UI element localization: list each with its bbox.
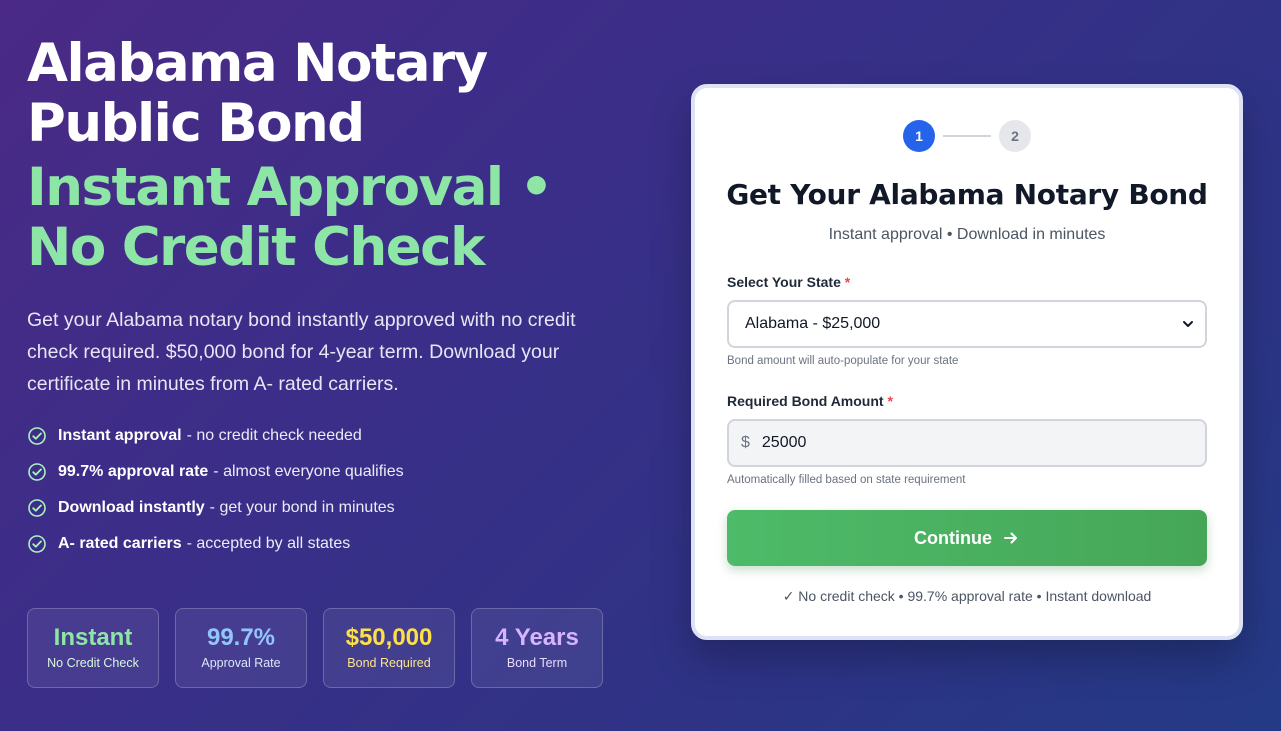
amount-label: Required Bond Amount * [727, 391, 1207, 411]
state-label: Select Your State * [727, 272, 1207, 292]
feature-bold: A- rated carriers [58, 535, 182, 552]
hero-section: Alabama Notary Public Bond Instant Appro… [27, 34, 647, 562]
bond-amount-input[interactable]: $ 25000 [727, 419, 1207, 467]
stat-value: $50,000 [345, 624, 433, 651]
bond-form-card: 1 2 Get Your Alabama Notary Bond Instant… [691, 84, 1243, 640]
required-mark: * [887, 393, 893, 409]
stat-card-bond-required: $50,000 Bond Required [323, 608, 455, 688]
required-mark: * [844, 274, 851, 290]
state-label-text: Select Your State [727, 274, 841, 290]
accent-line-2: No Credit Check [27, 217, 485, 278]
check-circle-icon [27, 426, 47, 446]
stat-value: 4 Years [495, 624, 579, 651]
stat-label: No Credit Check [47, 656, 139, 670]
continue-button[interactable]: Continue [727, 510, 1207, 566]
accent-headline: Instant Approval • No Credit Check [27, 158, 647, 278]
stat-label: Bond Required [347, 656, 431, 670]
feature-bold: Download instantly [58, 499, 205, 516]
card-title: Get Your Alabama Notary Bond [726, 178, 1208, 211]
feature-text: - accepted by all states [186, 535, 351, 552]
feature-bold: Instant approval [58, 427, 182, 444]
title-line-1: Alabama Notary [27, 33, 488, 94]
stat-card-approval-rate: 99.7% Approval Rate [175, 608, 307, 688]
card-subtitle: Instant approval • Download in minutes [828, 226, 1106, 243]
feature-item: A- rated carriers - accepted by all stat… [27, 526, 647, 562]
step-connector [943, 135, 991, 137]
amount-label-text: Required Bond Amount [727, 393, 884, 409]
title-line-2: Public Bond [27, 93, 365, 154]
state-select[interactable]: Alabama - $25,000 [727, 300, 1207, 348]
feature-text: - almost everyone qualifies [213, 463, 404, 480]
accent-line-1: Instant Approval • [27, 157, 553, 218]
feature-item: 99.7% approval rate - almost everyone qu… [27, 454, 647, 490]
step-2-indicator: 2 [999, 120, 1031, 152]
continue-label: Continue [914, 527, 992, 548]
stat-value: Instant [53, 624, 133, 651]
chevron-down-icon [1181, 317, 1195, 331]
stat-label: Approval Rate [201, 656, 281, 670]
feature-item: Instant approval - no credit check neede… [27, 418, 647, 454]
check-circle-icon [27, 498, 47, 518]
stats-row: Instant No Credit Check 99.7% Approval R… [27, 608, 603, 688]
state-hint: Bond amount will auto-populate for your … [727, 355, 959, 367]
bond-amount-value: 25000 [761, 434, 807, 451]
stat-value: 99.7% [206, 624, 276, 651]
page-title: Alabama Notary Public Bond [27, 34, 647, 154]
state-select-value: Alabama - $25,000 [745, 315, 881, 332]
arrow-right-icon [1002, 529, 1020, 547]
amount-hint: Automatically filled based on state requ… [727, 474, 966, 486]
check-circle-icon [27, 462, 47, 482]
trust-line: ✓ No credit check • 99.7% approval rate … [782, 588, 1152, 604]
step-1-indicator: 1 [903, 120, 935, 152]
feature-item: Download instantly - get your bond in mi… [27, 490, 647, 526]
check-circle-icon [27, 534, 47, 554]
lead-paragraph: Get your Alabama notary bond instantly a… [27, 309, 576, 395]
feature-bold: 99.7% approval rate [58, 463, 209, 480]
feature-list: Instant approval - no credit check neede… [27, 418, 647, 562]
stat-card-instant: Instant No Credit Check [27, 608, 159, 688]
stat-card-bond-term: 4 Years Bond Term [471, 608, 603, 688]
feature-text: - get your bond in minutes [209, 499, 395, 516]
bond-form: Select Your State * Alabama - $25,000 Bo… [727, 272, 1207, 566]
stepper: 1 2 [695, 120, 1239, 152]
dollar-prefix: $ [741, 434, 750, 451]
feature-text: - no credit check needed [186, 427, 362, 444]
stat-label: Bond Term [506, 656, 568, 670]
